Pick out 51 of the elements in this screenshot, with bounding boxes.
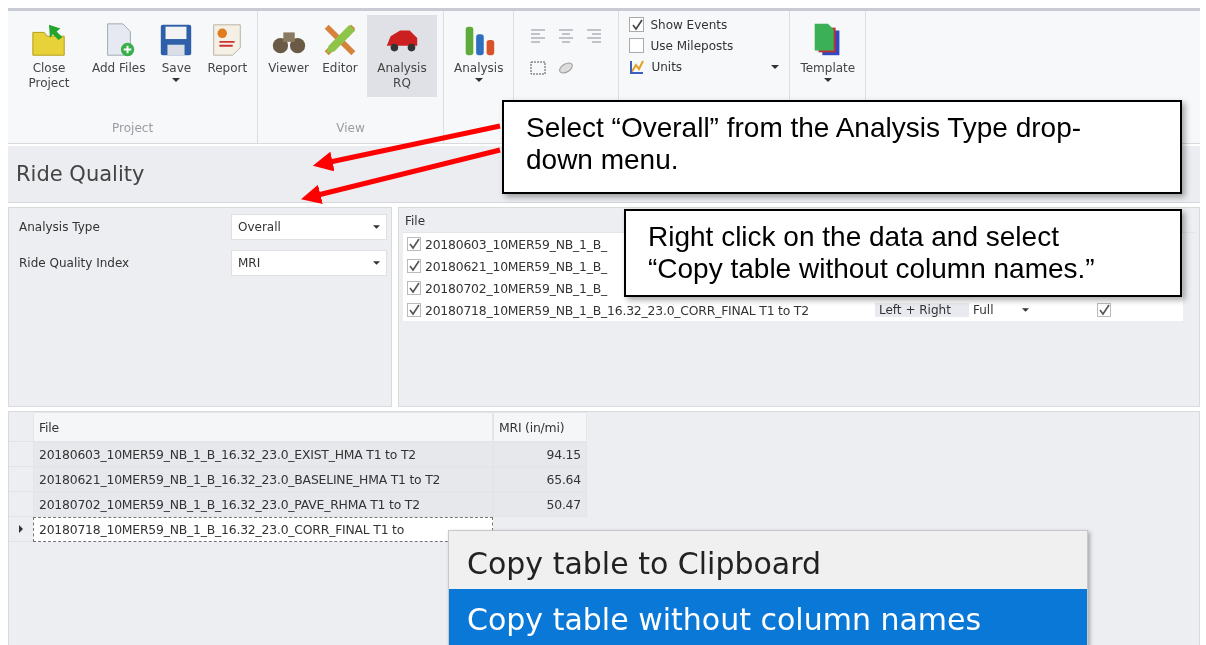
dropdown-cell[interactable]: Full xyxy=(969,303,1039,317)
table-cell: 50.47 xyxy=(493,492,587,517)
file-name: 20180702_10MER59_NB_1_B_ xyxy=(425,280,608,296)
file-name: 20180603_10MER59_NB_1_B_ xyxy=(425,236,608,252)
setting-label: Ride Quality Index xyxy=(19,256,131,270)
ribbon-button[interactable]: Editor xyxy=(316,15,363,82)
file-name: 20180718_10MER59_NB_1_B_16.32_23.0_CORR_FINAL T1 to T2 xyxy=(425,302,809,318)
table-cell[interactable]: 20180621_10MER59_NB_1_B_16.32_23.0_BASELINE_HMA T1 to T2 xyxy=(33,467,493,492)
template-button[interactable]: Template xyxy=(796,15,860,88)
column-header: MRI (in/mi) xyxy=(493,412,587,442)
callout: Select “Overall” from the Analysis Type drop-down menu. xyxy=(502,100,1182,194)
units-dropdown[interactable]: Units xyxy=(629,59,780,75)
ribbon-button[interactable]: Viewer xyxy=(264,15,313,82)
table-cell[interactable]: 20180718_10MER59_NB_1_B_16.32_23.0_CORR_FINAL T1 to xyxy=(33,517,493,542)
ribbon-button[interactable]: Save xyxy=(153,15,200,88)
checkbox[interactable] xyxy=(629,17,645,32)
table-cell: 94.15 xyxy=(493,442,587,467)
caret-icon xyxy=(373,225,380,229)
ribbon-button[interactable]: Report xyxy=(203,15,252,82)
table-cell: Left + Right xyxy=(875,303,969,317)
panel-title: Ride Quality xyxy=(16,162,145,186)
table-cell[interactable]: 20180603_10MER59_NB_1_B_16.32_23.0_EXIST_HMA T1 to T2 xyxy=(33,442,493,467)
ribbon-button[interactable]: Close Project xyxy=(14,15,84,97)
ribbon-button[interactable]: Analysis RQ xyxy=(366,15,437,97)
checkbox[interactable] xyxy=(629,38,645,53)
dropdown-field[interactable]: Overall xyxy=(231,214,387,240)
callout: Right click on the data and select “Copy table without column names.” xyxy=(624,209,1182,297)
file-checkbox[interactable] xyxy=(407,281,421,295)
file-checkbox[interactable] xyxy=(407,303,421,317)
menu-item[interactable]: Copy table without column names xyxy=(449,589,1087,645)
file-name: 20180621_10MER59_NB_1_B_ xyxy=(425,258,608,274)
ribbon-button[interactable]: Analysis xyxy=(449,15,508,88)
checkbox-label: Show Events xyxy=(650,17,728,32)
caret-icon xyxy=(373,261,380,265)
caret-icon xyxy=(1022,308,1029,312)
setting-label: Analysis Type xyxy=(19,220,101,234)
file-checkbox[interactable] xyxy=(407,237,421,251)
table-checkbox[interactable] xyxy=(1097,303,1111,317)
table-cell: 65.64 xyxy=(493,467,587,492)
ribbon-button[interactable]: Add Files xyxy=(88,15,150,82)
row-pointer-icon xyxy=(19,525,23,533)
group-label: View xyxy=(335,121,366,137)
checkbox-label: Use Mileposts xyxy=(650,38,734,53)
group-label: Project xyxy=(111,121,155,137)
column-header: File xyxy=(33,412,493,442)
line-chart-icon xyxy=(629,59,646,75)
table-cell[interactable]: 20180702_10MER59_NB_1_B_16.32_23.0_PAVE_RHMA T1 to T2 xyxy=(33,492,493,517)
dropdown-field[interactable]: MRI xyxy=(231,250,387,276)
column-header: File xyxy=(405,214,426,228)
file-checkbox[interactable] xyxy=(407,259,421,273)
caret-icon xyxy=(771,65,780,69)
